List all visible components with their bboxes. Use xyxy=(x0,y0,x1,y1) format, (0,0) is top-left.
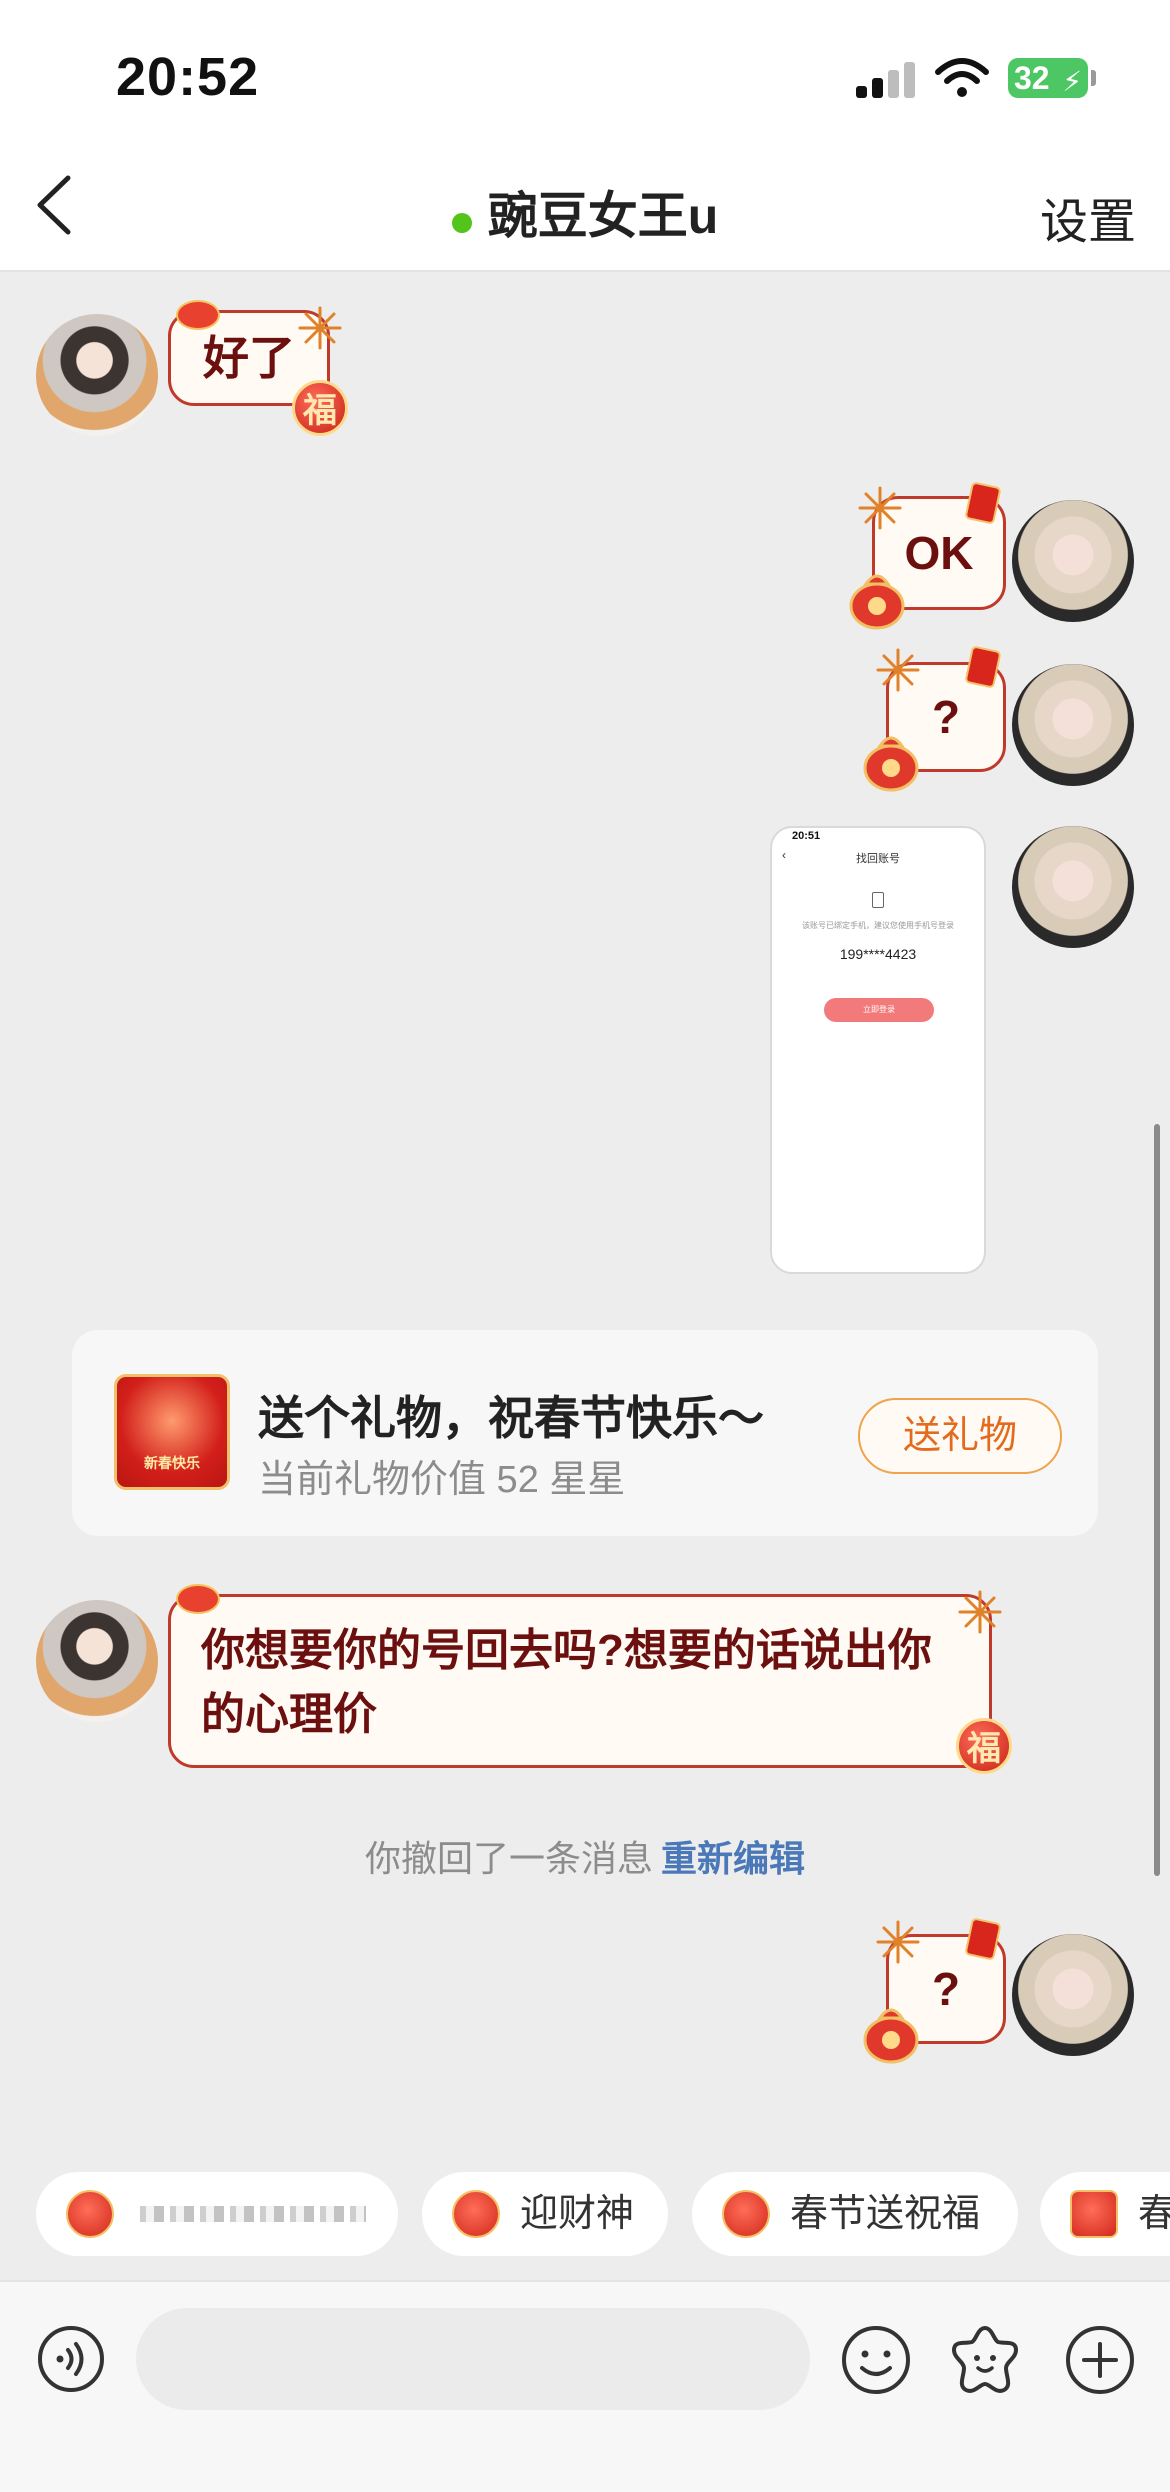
my-avatar[interactable] xyxy=(1012,664,1134,786)
status-time: 20:52 xyxy=(116,47,260,107)
phone-icon xyxy=(872,892,884,908)
fu-icon xyxy=(722,2190,770,2238)
chat-title-bar: 豌豆女王u xyxy=(0,176,1170,248)
money-bag-icon xyxy=(452,2190,500,2238)
message-text: 好了 xyxy=(203,332,295,384)
charging-icon: ⚡ xyxy=(1062,66,1082,97)
message-text-input[interactable] xyxy=(136,2308,810,2410)
fu-badge-icon: 福 xyxy=(956,1718,1012,1774)
message-bubble-received[interactable]: 你想要你的号回去吗?想要的话说出你的心理价 xyxy=(168,1594,992,1768)
gift-card: 新春快乐 送个礼物，祝春节快乐～ 当前礼物价值 52 星星 送礼物 xyxy=(72,1330,1098,1536)
firework-icon xyxy=(958,1590,1002,1634)
message-text: 你想要你的号回去吗?想要的话说出你的心理价 xyxy=(201,1626,932,1739)
money-bag-icon xyxy=(863,2008,919,2064)
chip-label: 迎财神 xyxy=(520,2193,635,2235)
chat-scrollbar[interactable] xyxy=(1154,1124,1160,1876)
firework-icon xyxy=(876,1920,920,1964)
my-avatar[interactable] xyxy=(1012,826,1134,948)
send-gift-button[interactable]: 送礼物 xyxy=(858,1398,1062,1474)
screenshot-title: 找回账号 xyxy=(856,853,900,865)
money-bag-icon xyxy=(863,736,919,792)
online-status-dot xyxy=(451,212,472,233)
screenshot-phone-number: 199****4423 xyxy=(839,946,917,962)
battery-level: 32 xyxy=(1014,60,1050,96)
gift-card-title: 送个礼物，祝春节快乐～ xyxy=(258,1392,764,1444)
firework-icon xyxy=(876,648,920,692)
screenshot-description: 该账号已绑定手机，建议您使用手机号登录 xyxy=(802,921,954,930)
re-edit-link[interactable]: 重新编辑 xyxy=(661,1838,805,1879)
my-avatar[interactable] xyxy=(1012,500,1134,622)
voice-input-icon[interactable] xyxy=(36,2324,106,2394)
message-text: ? xyxy=(931,691,961,743)
lantern-decoration-icon xyxy=(176,300,220,330)
chat-title: 豌豆女王u xyxy=(487,188,719,244)
image-message-screenshot[interactable]: 20:51 ‹ 找回账号 该账号已绑定手机，建议您使用手机号登录 199****… xyxy=(770,826,986,1274)
contact-avatar[interactable] xyxy=(36,314,158,436)
chip-label: 春节送祝福 xyxy=(790,2193,981,2235)
cellular-signal-icon xyxy=(856,62,916,98)
gift-red-envelope-icon: 新春快乐 xyxy=(114,1374,230,1490)
screenshot-login-button: 立即登录 xyxy=(824,998,934,1022)
lantern-decoration-icon xyxy=(176,1584,220,1614)
quick-chip-lantern[interactable] xyxy=(36,2172,398,2256)
wifi-icon xyxy=(935,58,989,97)
quick-reply-chips: 迎财神 春节送祝福 春 xyxy=(0,2166,1170,2262)
quick-chip-spring-blessing[interactable]: 春节送祝福 xyxy=(692,2172,1018,2256)
firework-icon xyxy=(298,306,342,350)
battery-indicator: 32 ⚡ xyxy=(1008,58,1096,98)
settings-button[interactable]: 设置 xyxy=(1040,182,1136,252)
quick-chip-welcome-fortune[interactable]: 迎财神 xyxy=(422,2172,668,2256)
more-plus-icon[interactable] xyxy=(1064,2324,1136,2396)
gift-icon-text: 新春快乐 xyxy=(144,1455,200,1471)
contact-avatar[interactable] xyxy=(36,1600,158,1722)
recall-text: 你撤回了一条消息 xyxy=(364,1838,653,1879)
my-avatar[interactable] xyxy=(1012,1934,1134,2056)
emoji-icon[interactable] xyxy=(840,2324,912,2396)
message-text: OK xyxy=(904,527,974,579)
quick-chip-spring[interactable]: 春 xyxy=(1040,2172,1170,2256)
top-bar: 20:52 32 ⚡ 豌豆女王u 设置 xyxy=(0,0,1170,272)
chip-label: 春 xyxy=(1138,2193,1170,2235)
red-envelope-icon xyxy=(1070,2190,1118,2238)
fu-badge-icon: 福 xyxy=(292,380,348,436)
lantern-icon xyxy=(66,2190,114,2238)
message-text: ? xyxy=(931,1963,961,2015)
gift-card-subtitle: 当前礼物价值 52 星星 xyxy=(258,1459,626,1501)
money-bag-icon xyxy=(849,574,905,630)
screenshot-time: 20:51 xyxy=(792,830,821,842)
recall-notice: 你撤回了一条消息 重新编辑 xyxy=(0,1830,1170,1882)
firework-icon xyxy=(858,486,902,530)
blurred-label xyxy=(140,2206,366,2222)
chat-message-list[interactable]: 好了 福 OK ? 20:51 ‹ 找回账号 该账号已绑定手机，建议您使用手机号… xyxy=(0,274,1170,2162)
message-input-bar xyxy=(0,2280,1170,2492)
sticker-icon[interactable] xyxy=(948,2322,1022,2396)
